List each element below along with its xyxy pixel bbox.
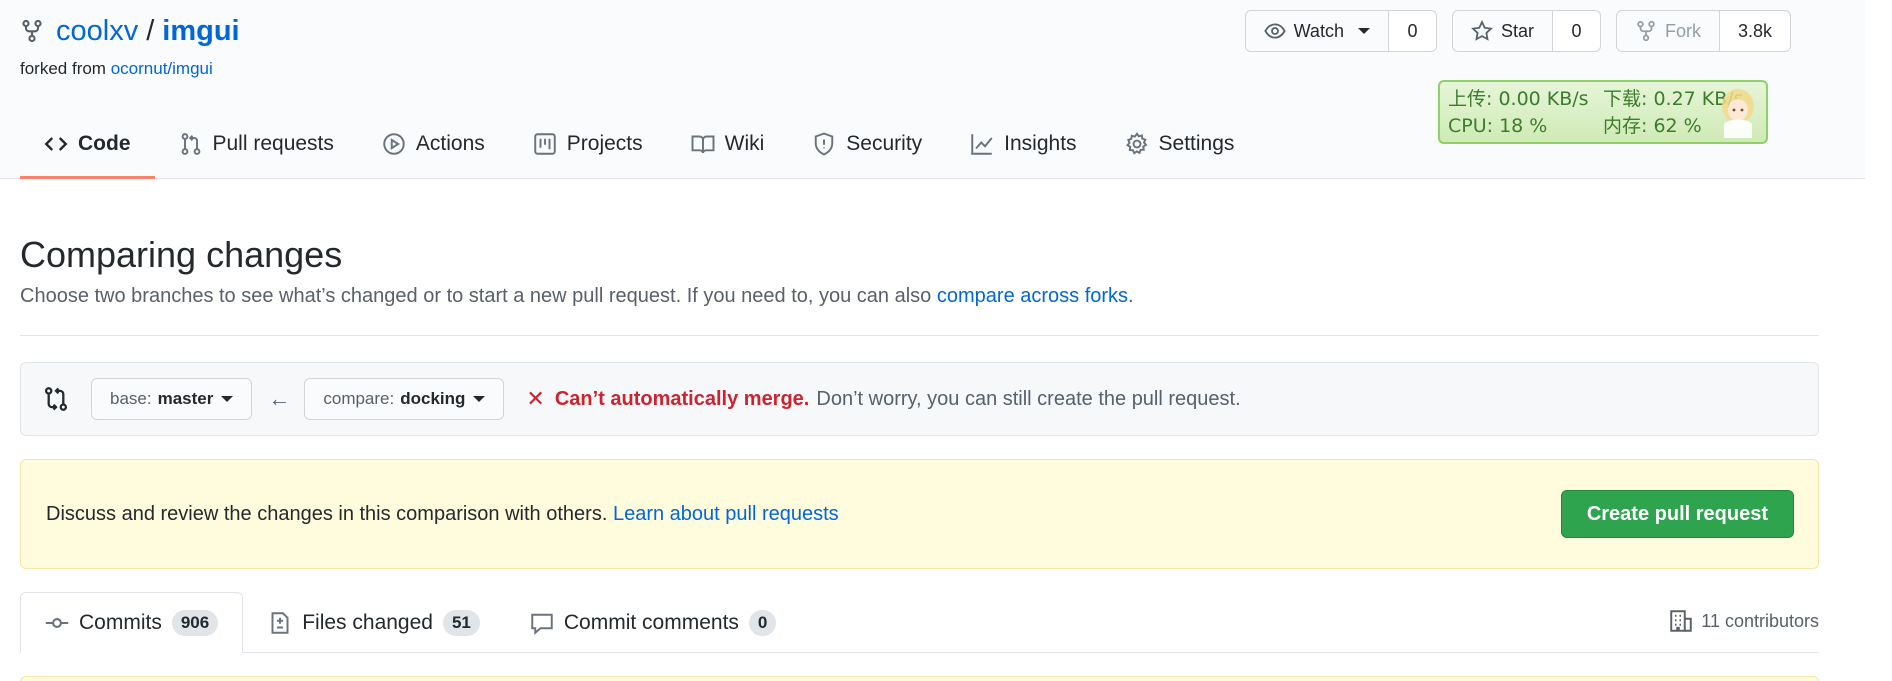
chevron-down-icon xyxy=(221,396,234,402)
compare-branch-select[interactable]: compare: docking xyxy=(304,378,505,420)
watch-button[interactable]: Watch xyxy=(1244,10,1389,52)
code-icon xyxy=(44,137,68,151)
base-label: base: xyxy=(110,389,152,408)
nav-actions[interactable]: Actions xyxy=(358,112,509,179)
eye-icon xyxy=(1263,23,1286,39)
tab-files-changed-label: Files changed xyxy=(302,610,433,634)
upload-speed: 上传: 0.00 KB/s xyxy=(1448,88,1589,110)
page-description-end: . xyxy=(1128,285,1134,307)
forked-from-label: forked from xyxy=(20,59,106,78)
create-pr-message: Discuss and review the changes in this c… xyxy=(46,503,839,526)
organization-icon xyxy=(1670,610,1692,632)
star-label: Star xyxy=(1500,20,1534,41)
compare-tabs: Commits 906 Files changed 51 Commit comm… xyxy=(20,592,1819,653)
merge-status: ✕ Can’t automatically merge. Don’t worry… xyxy=(526,386,1240,412)
repo-nav: Code Pull requests Actions Projects Wiki… xyxy=(20,112,1258,179)
cpu-usage: CPU: 18 % xyxy=(1448,115,1548,137)
repo-separator: / xyxy=(146,15,155,47)
comment-icon xyxy=(531,613,553,635)
range-editor: base: master ← compare: docking ✕ Can’t … xyxy=(20,362,1819,436)
tab-commit-comments[interactable]: Commit comments 0 xyxy=(505,592,802,652)
tab-files-changed-count: 51 xyxy=(442,609,480,636)
nav-projects-label: Projects xyxy=(566,132,643,155)
contributors-label: 11 contributors xyxy=(1701,610,1819,631)
arrow-left-icon: ← xyxy=(268,386,291,411)
gear-icon xyxy=(1125,132,1147,155)
fork-button[interactable]: Fork xyxy=(1615,10,1720,52)
chevron-down-icon xyxy=(473,396,486,402)
create-pull-request-button[interactable]: Create pull request xyxy=(1560,490,1794,538)
star-button[interactable]: Star xyxy=(1451,10,1553,52)
create-pr-flash: Discuss and review the changes in this c… xyxy=(20,459,1819,569)
fork-label: Fork xyxy=(1664,20,1701,41)
repo-name-link[interactable]: imgui xyxy=(162,14,239,48)
repo-title: coolxv / imgui xyxy=(20,14,240,48)
chevron-down-icon xyxy=(1357,28,1370,34)
divider xyxy=(20,335,1819,336)
watch-group: Watch 0 xyxy=(1244,10,1437,52)
repo-forked-icon xyxy=(1637,20,1655,42)
compare-branch-name: docking xyxy=(400,389,466,408)
git-pull-request-icon xyxy=(181,133,200,155)
git-commit-icon xyxy=(45,618,69,628)
nav-pull-requests[interactable]: Pull requests xyxy=(155,112,358,179)
nav-settings[interactable]: Settings xyxy=(1101,112,1259,179)
merge-error-text: Can’t automatically merge. xyxy=(554,387,810,410)
compare-label: compare: xyxy=(323,389,395,408)
tab-commits-count: 906 xyxy=(171,610,219,636)
tab-files-changed[interactable]: Files changed 51 xyxy=(243,592,505,652)
compare-across-forks-link[interactable]: compare across forks xyxy=(937,285,1128,307)
commit-list-top xyxy=(20,676,1819,681)
tab-commits-label: Commits xyxy=(79,611,162,634)
tab-commits[interactable]: Commits 906 xyxy=(20,592,244,653)
base-branch-name: master xyxy=(157,389,214,408)
repo-forked-icon xyxy=(22,19,42,43)
nav-insights[interactable]: Insights xyxy=(946,112,1100,179)
star-count[interactable]: 0 xyxy=(1552,10,1601,52)
pagehead-actions: Watch 0 Star 0 Fork 3.8k xyxy=(1244,10,1791,52)
tab-commit-comments-count: 0 xyxy=(748,609,777,636)
contributors[interactable]: 11 contributors xyxy=(1669,609,1819,633)
learn-about-pull-requests-link[interactable]: Learn about pull requests xyxy=(613,503,839,525)
mascot-icon xyxy=(1722,89,1754,138)
nav-security-label: Security xyxy=(846,132,923,155)
file-diff-icon xyxy=(271,611,289,634)
star-group: Star 0 xyxy=(1451,10,1601,52)
shield-icon xyxy=(815,132,834,156)
nav-actions-label: Actions xyxy=(415,132,485,155)
base-branch-select[interactable]: base: master xyxy=(91,378,253,420)
repo-owner-link[interactable]: coolxv xyxy=(56,14,138,48)
watch-label: Watch xyxy=(1293,20,1344,41)
nav-wiki[interactable]: Wiki xyxy=(667,112,789,179)
watch-count[interactable]: 0 xyxy=(1388,10,1437,52)
tab-commit-comments-label: Commit comments xyxy=(563,610,739,634)
forked-from-link[interactable]: ocornut/imgui xyxy=(111,59,213,78)
play-icon xyxy=(383,133,405,155)
nav-settings-label: Settings xyxy=(1158,132,1235,155)
project-icon xyxy=(534,133,556,155)
nav-wiki-label: Wiki xyxy=(724,132,765,155)
page-title: Comparing changes xyxy=(20,234,343,275)
graph-icon xyxy=(971,134,993,155)
create-pr-message-text: Discuss and review the changes in this c… xyxy=(46,502,608,525)
nav-code[interactable]: Code xyxy=(20,112,155,179)
git-compare-icon[interactable] xyxy=(43,386,69,412)
forked-from: forked from ocornut/imgui xyxy=(20,59,213,79)
fork-group: Fork 3.8k xyxy=(1615,10,1791,52)
nav-security[interactable]: Security xyxy=(788,112,946,179)
nav-projects[interactable]: Projects xyxy=(509,112,667,179)
x-icon: ✕ xyxy=(526,386,545,411)
nav-insights-label: Insights xyxy=(1004,132,1077,155)
page-description: Choose two branches to see what’s change… xyxy=(20,285,1134,308)
nav-pull-requests-label: Pull requests xyxy=(212,132,334,155)
nav-code-label: Code xyxy=(78,132,131,155)
book-icon xyxy=(691,135,715,154)
star-icon xyxy=(1471,20,1493,41)
network-monitor-widget[interactable]: 上传: 0.00 KB/s 下载: 0.27 KB/s CPU: 18 % 内存… xyxy=(1438,80,1768,144)
fork-count[interactable]: 3.8k xyxy=(1719,10,1791,52)
page-description-text: Choose two branches to see what’s change… xyxy=(20,285,932,307)
merge-note-text: Don’t worry, you can still create the pu… xyxy=(816,387,1241,410)
